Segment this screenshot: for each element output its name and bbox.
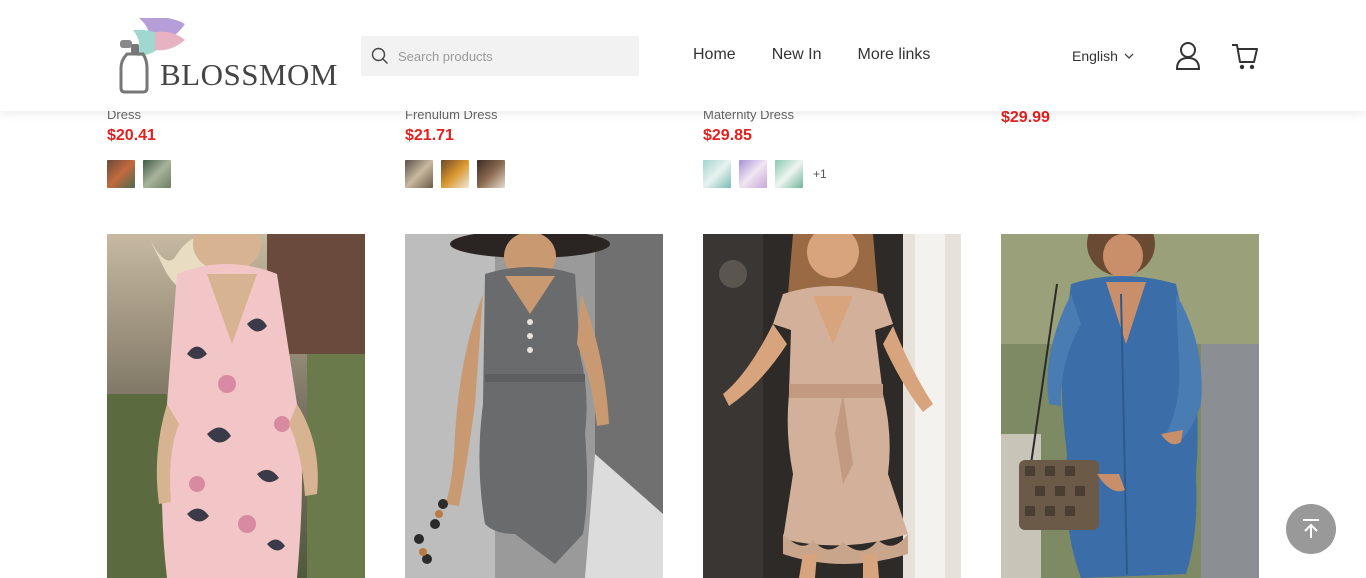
product-card[interactable]: $29.99	[1001, 108, 1259, 128]
account-button[interactable]	[1174, 40, 1204, 72]
site-header: BLOSSMOM Home New In More links English	[0, 0, 1366, 111]
product-photo	[107, 234, 365, 578]
product-photo	[1001, 234, 1259, 578]
product-price: $20.41	[107, 127, 156, 144]
search-input[interactable]	[398, 48, 628, 64]
logo-text: BLOSSMOM	[160, 57, 338, 92]
color-swatches	[107, 160, 365, 188]
product-card[interactable]: Dress $20.41	[107, 104, 365, 188]
color-swatch[interactable]	[703, 160, 731, 188]
language-selector[interactable]: English	[1072, 46, 1134, 66]
cart-icon	[1232, 44, 1258, 70]
product-image-denim-shirt-dress[interactable]	[1001, 234, 1259, 578]
search-bar[interactable]	[361, 36, 639, 76]
chevron-down-icon	[1124, 53, 1134, 59]
product-image-grey-dress[interactable]	[405, 234, 663, 578]
color-swatches: +1	[703, 160, 961, 188]
more-colors-count: +1	[813, 167, 827, 181]
product-image-beige-ruffle-dress[interactable]	[703, 234, 961, 578]
color-swatch[interactable]	[477, 160, 505, 188]
back-to-top-button[interactable]	[1286, 504, 1336, 554]
product-price: $29.85	[703, 127, 752, 144]
page: Dress $20.41 Frenulum Dress $21.71 Mater…	[0, 0, 1366, 578]
product-photo	[405, 234, 663, 578]
product-photo	[703, 234, 961, 578]
nav-home[interactable]: Home	[693, 44, 736, 66]
product-card[interactable]: Maternity Dress $29.85 +1	[703, 104, 961, 188]
main-nav: Home New In More links	[693, 44, 930, 66]
product-card[interactable]: Frenulum Dress $21.71	[405, 104, 663, 188]
nav-new-in[interactable]: New In	[772, 44, 822, 66]
color-swatch[interactable]	[107, 160, 135, 188]
color-swatch[interactable]	[739, 160, 767, 188]
color-swatch[interactable]	[441, 160, 469, 188]
product-image-pink-floral-dress[interactable]	[107, 234, 365, 578]
cart-button[interactable]	[1230, 40, 1260, 72]
search-icon[interactable]	[371, 47, 389, 65]
product-price: $29.99	[1001, 109, 1050, 126]
color-swatches	[405, 160, 663, 188]
language-label: English	[1072, 48, 1118, 64]
arrow-up-icon	[1303, 519, 1319, 538]
nav-more-links[interactable]: More links	[857, 44, 930, 66]
color-swatch[interactable]	[405, 160, 433, 188]
user-icon	[1175, 42, 1201, 70]
product-price: $21.71	[405, 127, 454, 144]
color-swatch[interactable]	[775, 160, 803, 188]
color-swatch[interactable]	[143, 160, 171, 188]
